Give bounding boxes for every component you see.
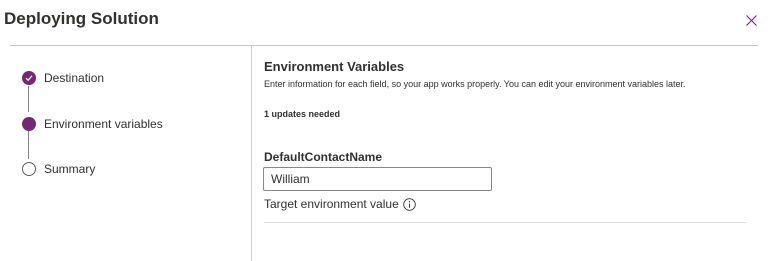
info-icon[interactable] (402, 197, 416, 211)
step-current-marker (22, 117, 36, 131)
step-environment-variables[interactable]: Environment variables (22, 117, 163, 131)
step-label: Destination (44, 71, 105, 85)
deploy-dialog: Deploying Solution Destination Environme… (0, 0, 768, 261)
panel-divider (251, 46, 252, 261)
field-hint: Target environment value (264, 197, 416, 211)
dialog-title: Deploying Solution (4, 9, 159, 28)
step-pending-marker (22, 162, 36, 176)
field-label: DefaultContactName (264, 150, 383, 164)
updates-needed-count: 1 updates needed (264, 109, 341, 119)
content-divider (264, 222, 746, 223)
step-connector (28, 86, 29, 112)
step-connector (28, 131, 29, 159)
default-contact-name-input[interactable] (263, 167, 492, 191)
step-label: Summary (44, 162, 96, 176)
checkmark-icon (25, 75, 33, 82)
field-hint-text: Target environment value (264, 197, 399, 211)
step-completed-marker (22, 71, 36, 85)
close-button[interactable] (742, 11, 760, 29)
step-summary[interactable]: Summary (22, 162, 95, 176)
header-divider (10, 45, 758, 46)
section-description: Enter information for each field, so you… (264, 79, 686, 89)
close-icon (745, 14, 757, 26)
step-label: Environment variables (44, 117, 163, 131)
step-destination[interactable]: Destination (22, 71, 104, 85)
section-title: Environment Variables (264, 59, 405, 74)
